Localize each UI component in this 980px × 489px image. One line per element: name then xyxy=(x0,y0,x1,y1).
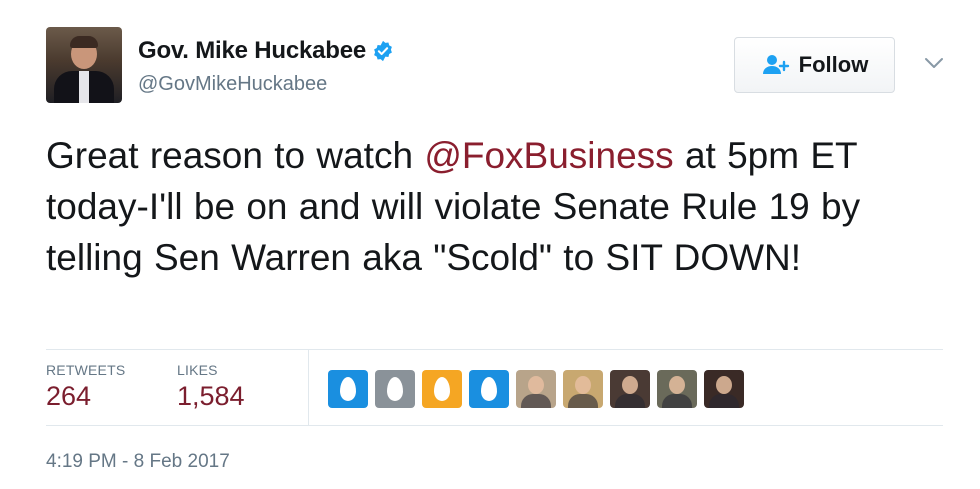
author-name[interactable]: Gov. Mike Huckabee xyxy=(138,37,366,65)
author-avatar[interactable] xyxy=(46,27,122,103)
liker-photo-head xyxy=(669,376,685,394)
follow-button-label: Follow xyxy=(798,52,869,77)
liker-avatar-7[interactable] xyxy=(610,370,650,408)
retweets-stat[interactable]: RETWEETS 264 xyxy=(46,362,125,412)
likes-count: 1,584 xyxy=(177,381,245,411)
liker-avatars xyxy=(328,370,744,408)
retweets-count: 264 xyxy=(46,381,92,411)
liker-photo-head xyxy=(575,376,591,394)
liker-avatar-3[interactable] xyxy=(422,370,462,408)
tweet-text: Great reason to watch @FoxBusiness at 5p… xyxy=(46,130,946,283)
avatar-hair xyxy=(70,36,98,48)
divider-top xyxy=(46,349,943,350)
likes-stat[interactable]: LIKES 1,584 xyxy=(177,362,245,412)
author-name-row[interactable]: Gov. Mike Huckabee xyxy=(138,37,394,65)
liker-photo-body xyxy=(521,394,551,408)
liker-photo-body xyxy=(709,394,739,408)
divider-vertical xyxy=(308,350,309,425)
avatar-shirt xyxy=(79,71,89,103)
follow-button[interactable]: Follow xyxy=(734,37,895,93)
liker-avatar-2[interactable] xyxy=(375,370,415,408)
retweets-label: RETWEETS xyxy=(46,362,126,378)
chevron-down-icon[interactable] xyxy=(922,55,946,71)
liker-avatar-1[interactable] xyxy=(328,370,368,408)
liker-photo-body xyxy=(568,394,598,408)
add-user-icon xyxy=(762,55,789,74)
verified-badge-icon xyxy=(374,40,392,62)
liker-photo-body xyxy=(662,394,692,408)
tweet-timestamp[interactable]: 4:19 PM - 8 Feb 2017 xyxy=(46,451,230,473)
mention-link[interactable]: @FoxBusiness xyxy=(424,135,673,176)
likes-label: LIKES xyxy=(177,362,218,378)
liker-avatar-9[interactable] xyxy=(704,370,744,408)
liker-photo-head xyxy=(528,376,544,394)
liker-avatar-6[interactable] xyxy=(563,370,603,408)
divider-bottom xyxy=(46,425,943,426)
liker-avatar-4[interactable] xyxy=(469,370,509,408)
liker-avatar-8[interactable] xyxy=(657,370,697,408)
liker-avatar-5[interactable] xyxy=(516,370,556,408)
liker-photo-body xyxy=(615,394,645,408)
tweet-text-before: Great reason to watch xyxy=(46,135,425,176)
author-handle[interactable]: @GovMikeHuckabee xyxy=(138,73,327,96)
liker-photo-head xyxy=(622,376,638,394)
liker-photo-head xyxy=(716,376,732,394)
